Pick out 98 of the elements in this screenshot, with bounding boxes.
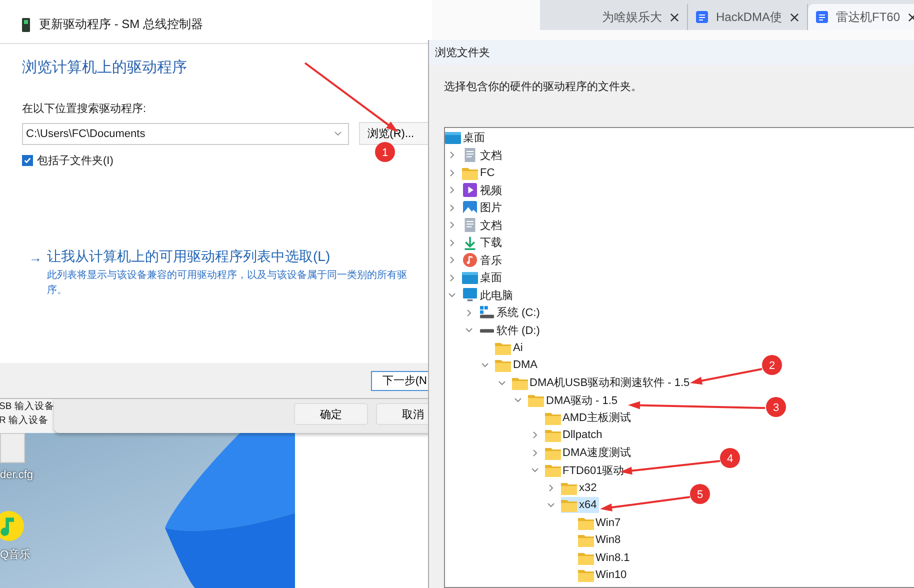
folder-icon: [528, 393, 544, 408]
chevron-icon[interactable]: [448, 274, 456, 282]
music-note-icon[interactable]: [0, 511, 24, 541]
driver-list-link[interactable]: 让我从计算机上的可用驱动程序列表中选取(L): [47, 248, 330, 266]
tree-item[interactable]: 下载: [462, 234, 504, 252]
document-icon: [462, 218, 478, 232]
tree-item[interactable]: DMA: [495, 357, 540, 374]
tree-item[interactable]: FTD601驱动: [544, 462, 626, 479]
tree-item[interactable]: 系统 (C:): [478, 304, 542, 322]
tree-item[interactable]: Win8: [578, 532, 623, 548]
tree-item[interactable]: 软件 (D:): [478, 322, 542, 339]
video-icon: [462, 183, 478, 198]
folder-icon: [561, 480, 577, 495]
chevron-icon[interactable]: [530, 466, 538, 474]
tree-item[interactable]: 文档: [462, 216, 504, 234]
chevron-icon[interactable]: [448, 151, 456, 160]
close-icon[interactable]: [670, 12, 679, 22]
dialog-title: 浏览文件夹: [435, 46, 490, 60]
tree-item[interactable]: 图片: [462, 199, 504, 216]
chevron-icon[interactable]: [547, 501, 555, 510]
window-title: 更新驱动程序 - SM 总线控制器: [39, 16, 203, 33]
chevron-icon[interactable]: [448, 168, 456, 177]
tree-item[interactable]: FC: [462, 164, 497, 181]
desktop-icon: [445, 130, 461, 145]
page-heading: 浏览计算机上的驱动程序: [22, 58, 188, 77]
tree-item[interactable]: Win8.1: [578, 550, 632, 566]
description-text: 此列表将显示与该设备兼容的可用驱动程序，以及与该设备属于同一类别的所有驱: [47, 268, 408, 283]
step-number-badge: 3: [766, 397, 786, 417]
folder-icon: [578, 533, 594, 548]
description-text: 序。: [47, 284, 68, 298]
chevron-icon[interactable]: [464, 326, 472, 334]
folder-icon: [512, 376, 528, 390]
step-number-badge: 2: [762, 355, 782, 375]
folder-icon: [561, 498, 577, 512]
tree-item[interactable]: AMD主板测试: [544, 409, 633, 426]
tree-item[interactable]: x32: [561, 480, 599, 496]
tree-item[interactable]: x64: [561, 497, 599, 514]
tree-item[interactable]: Dllpatch: [544, 427, 604, 444]
chevron-icon[interactable]: [498, 378, 506, 387]
folder-icon: [578, 516, 594, 530]
tree-item[interactable]: DMA机USB驱动和测速软件 - 1.5: [512, 374, 692, 392]
chevron-icon[interactable]: [481, 361, 489, 370]
download-icon: [462, 236, 478, 250]
tree-item[interactable]: 视频: [462, 182, 504, 199]
browser-tab[interactable]: 为啥娱乐大: [594, 4, 688, 30]
chevron-icon[interactable]: [448, 256, 456, 264]
monitor-icon: [462, 288, 478, 302]
music-icon: [462, 253, 478, 268]
checkbox[interactable]: [22, 155, 33, 166]
chevron-icon[interactable]: [464, 308, 472, 317]
document-icon: [462, 148, 478, 162]
tree-item[interactable]: 此电脑: [462, 286, 515, 304]
tree-item[interactable]: DMA速度测试: [544, 444, 633, 462]
tree-item[interactable]: Ai: [495, 340, 525, 356]
chevron-icon[interactable]: [530, 431, 538, 440]
tree-item[interactable]: 桌面: [445, 129, 487, 146]
chevron-icon[interactable]: [547, 484, 555, 492]
chevron-icon[interactable]: [448, 238, 456, 247]
tree-item[interactable]: Win10: [578, 567, 629, 584]
dialog-button[interactable]: 确定: [294, 403, 368, 425]
chevron-icon[interactable]: [448, 291, 456, 300]
desktop-icon: [462, 270, 478, 285]
arrow-glyph[interactable]: →: [29, 250, 42, 264]
picture-icon: [462, 200, 478, 215]
chevron-icon[interactable]: [448, 221, 456, 230]
chevron-icon[interactable]: [448, 204, 456, 212]
browser-tab[interactable]: HackDMA使: [688, 4, 808, 30]
folder-icon: [544, 446, 560, 460]
folder-icon: [462, 166, 478, 180]
device-icon: [22, 18, 30, 32]
tree-item[interactable]: Win7: [578, 514, 623, 531]
browser-tab[interactable]: 雷达机FT60: [808, 4, 914, 30]
device-label: R 输入设备: [0, 414, 50, 428]
step-number-badge: 1: [375, 142, 395, 162]
close-icon[interactable]: [790, 12, 800, 22]
tree-item[interactable]: 文档: [462, 146, 504, 164]
next-button[interactable]: 下一步(N: [371, 370, 430, 390]
chevron-icon[interactable]: [448, 186, 456, 194]
folder-icon: [578, 568, 594, 582]
drive-icon: [478, 306, 494, 320]
folder-icon: [544, 410, 560, 425]
tree-item[interactable]: 桌面: [462, 269, 504, 286]
path-combo-field[interactable]: C:\Users\FC\Documents: [22, 122, 349, 144]
checkbox-label[interactable]: 包括子文件夹(I): [37, 153, 114, 168]
step-number-badge: 4: [720, 448, 740, 468]
instruction-text: 选择包含你的硬件的驱动程序的文件夹。: [444, 80, 643, 94]
folder-icon: [578, 550, 594, 565]
folder-icon: [544, 463, 560, 478]
folder-icon: [544, 428, 560, 442]
tree-item[interactable]: DMA驱动 - 1.5: [528, 392, 620, 409]
chevron-icon[interactable]: [514, 396, 522, 404]
chevron-icon: [334, 131, 342, 136]
folder-icon: [495, 358, 511, 372]
folder-icon: [495, 340, 511, 355]
tree-item[interactable]: 音乐: [462, 252, 504, 269]
field-label: 在以下位置搜索驱动程序:: [22, 102, 148, 116]
step-number-badge: 5: [690, 484, 710, 504]
chevron-icon[interactable]: [530, 448, 538, 457]
